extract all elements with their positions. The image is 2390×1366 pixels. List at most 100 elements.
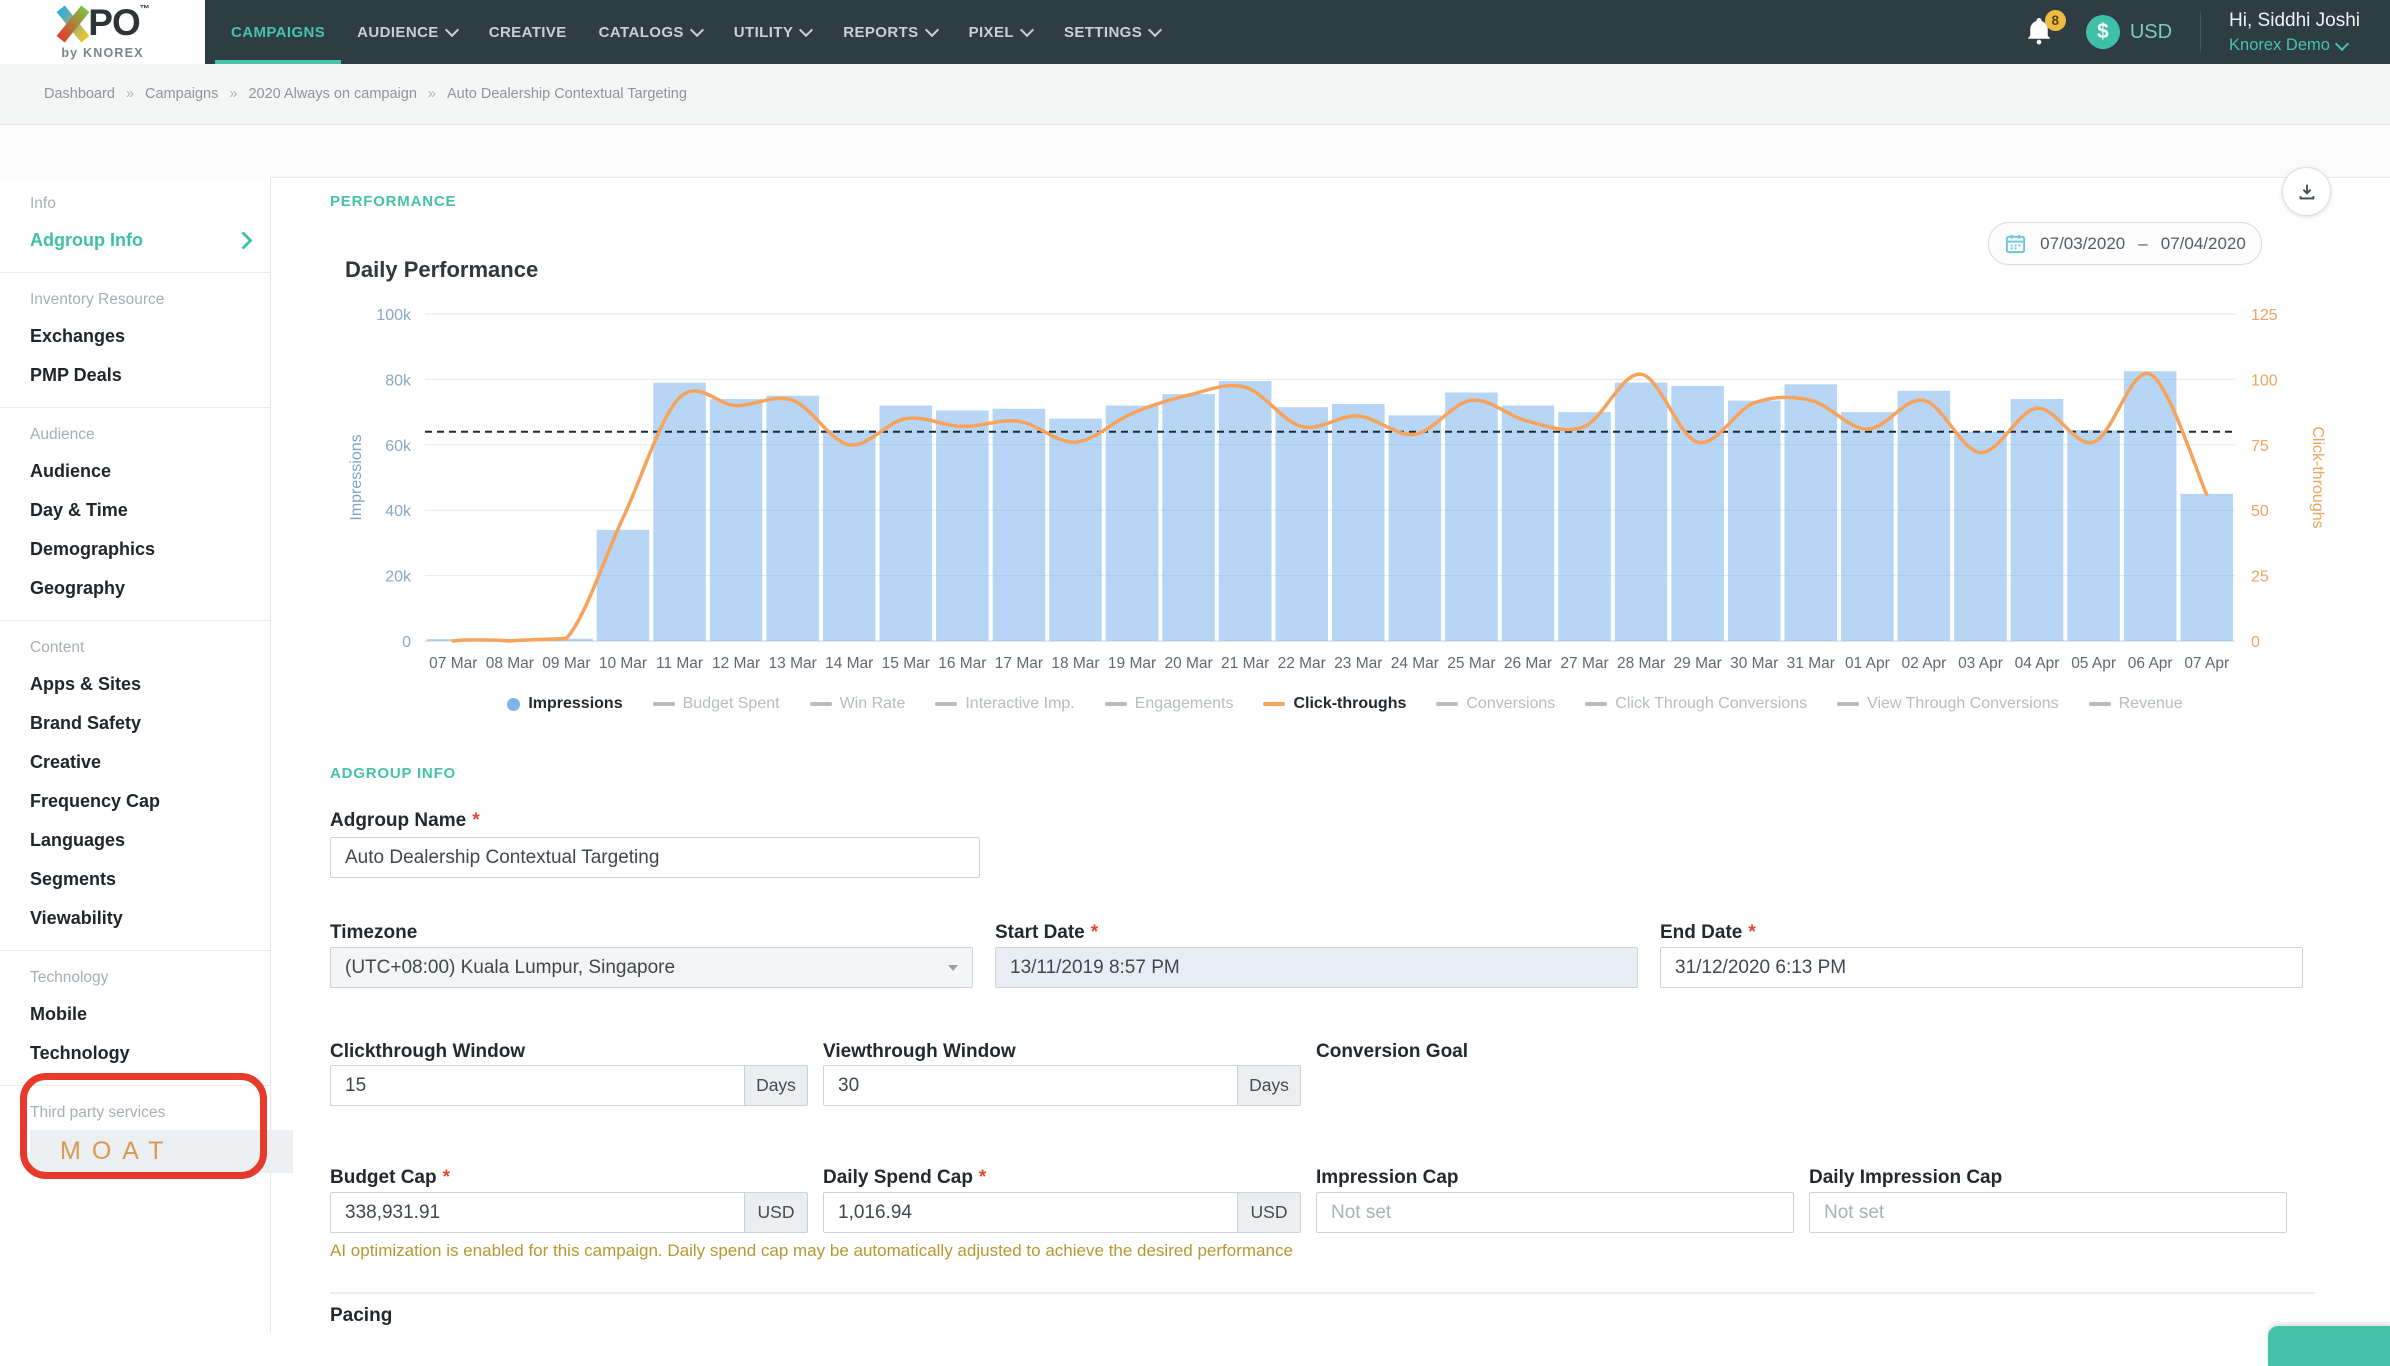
nav-item-label: UTILITY [734,24,793,41]
legend-item-click-throughs[interactable]: Click-throughs [1263,695,1406,713]
sidebar-item-pmp-deals[interactable]: PMP Deals [0,356,270,395]
svg-text:02 Apr: 02 Apr [1902,655,1947,672]
legend-item-budget-spent[interactable]: Budget Spent [653,695,780,713]
legend-marker-circle [507,698,520,711]
legend-item-view-through-conversions[interactable]: View Through Conversions [1837,695,2059,713]
nav-right-cluster: 8 $ USD Hi, Siddhi Joshi Knorex Demo [2024,0,2390,64]
breadcrumb-item-dashboard[interactable]: Dashboard [44,86,115,102]
svg-text:17 Mar: 17 Mar [995,655,1043,672]
svg-text:25 Mar: 25 Mar [1447,655,1495,672]
nav-item-utility[interactable]: UTILITY [718,0,827,64]
download-chart-button[interactable] [2282,167,2331,216]
sidebar-item-mobile[interactable]: Mobile [0,995,270,1034]
chart-canvas: 0020k2540k5060k7580k100100k12507 Mar08 M… [345,289,2345,679]
sidebar-item-segments[interactable]: Segments [0,860,270,899]
sidebar-section-technology: TechnologyMobileTechnology [0,951,270,1086]
sidebar-item-label: Exchanges [30,326,125,347]
clickthrough-window-input[interactable] [330,1065,744,1106]
nav-item-settings[interactable]: SETTINGS [1048,0,1176,64]
legend-label: View Through Conversions [1867,695,2059,713]
daily-spend-cap-input[interactable] [823,1192,1237,1233]
nav-item-audience[interactable]: AUDIENCE [341,0,473,64]
label-text: Daily Spend Cap [823,1167,973,1188]
legend-label: Click-throughs [1293,695,1406,713]
end-date-label: End Date* [1660,922,1756,944]
sidebar-item-viewability[interactable]: Viewability [0,899,270,938]
sidebar-section-info: InfoAdgroup Info [0,177,270,273]
viewthrough-window-input[interactable] [823,1065,1237,1106]
nav-item-creative[interactable]: CREATIVE [473,0,583,64]
breadcrumb-item-campaigns[interactable]: Campaigns [145,86,218,102]
logo-subtitle: by KNOREX [61,46,143,60]
legend-marker-dash [1837,702,1859,706]
legend-label: Interactive Imp. [965,695,1074,713]
nav-item-pixel[interactable]: PIXEL [953,0,1048,64]
nav-item-catalogs[interactable]: CATALOGS [583,0,718,64]
start-date-label: Start Date* [995,922,1098,944]
moat-service-item[interactable]: MOAT [30,1130,293,1173]
primary-nav-menu: CAMPAIGNS AUDIENCE CREATIVECATALOGS UTILITY… [215,0,1176,64]
adgroup-name-input[interactable] [330,837,980,878]
sidebar-item-label: Frequency Cap [30,791,160,812]
sidebar-item-label: Creative [30,752,101,773]
account-name: Knorex Demo [2229,36,2347,55]
legend-item-engagements[interactable]: Engagements [1105,695,1234,713]
required-asterisk: * [979,1167,986,1188]
daily-spend-cap-group: USD [823,1192,1301,1233]
sidebar-item-languages[interactable]: Languages [0,821,270,860]
sidebar-item-technology[interactable]: Technology [0,1034,270,1073]
sidebar-item-brand-safety[interactable]: Brand Safety [0,704,270,743]
user-menu[interactable]: Hi, Siddhi Joshi Knorex Demo [2229,10,2360,55]
svg-text:13 Mar: 13 Mar [769,655,817,672]
conversion-goal-label: Conversion Goal [1316,1041,1468,1063]
sidebar-section-label: Third party services [30,1104,270,1122]
legend-marker-dash [1436,702,1458,706]
legend-item-win-rate[interactable]: Win Rate [810,695,906,713]
budget-cap-input[interactable] [330,1192,744,1233]
date-range-picker[interactable]: 07/03/2020 – 07/04/2020 [1988,222,2262,265]
legend-item-interactive-imp[interactable]: Interactive Imp. [935,695,1074,713]
svg-text:Click-throughs: Click-throughs [2309,426,2326,528]
legend-item-impressions[interactable]: Impressions [507,695,622,713]
sidebar-item-apps-sites[interactable]: Apps & Sites [0,665,270,704]
sidebar-section-label: Inventory Resource [30,291,270,309]
legend-item-click-through-conversions[interactable]: Click Through Conversions [1585,695,1807,713]
sidebar-item-creative[interactable]: Creative [0,743,270,782]
breadcrumb: Dashboard»Campaigns»2020 Always on campa… [0,64,2390,125]
sidebar-item-frequency-cap[interactable]: Frequency Cap [0,782,270,821]
daily-impression-cap-input[interactable] [1809,1192,2287,1233]
impression-cap-input[interactable] [1316,1192,1794,1233]
sidebar-item-day-time[interactable]: Day & Time [0,491,270,530]
breadcrumb-item-2020-always-on-campaign[interactable]: 2020 Always on campaign [248,86,416,102]
date-range-start: 07/03/2020 [2040,234,2125,254]
viewthrough-window-group: Days [823,1065,1301,1106]
chevron-down-icon [1020,22,1034,36]
required-asterisk: * [443,1167,450,1188]
sidebar-item-audience[interactable]: Audience [0,452,270,491]
notifications-button[interactable]: 8 [2024,14,2058,50]
svg-text:60k: 60k [385,438,412,455]
sidebar-item-label: Brand Safety [30,713,141,734]
svg-text:50: 50 [2251,503,2269,520]
sidebar-item-exchanges[interactable]: Exchanges [0,317,270,356]
sidebar-item-geography[interactable]: Geography [0,569,270,608]
sidebar-section-inventory-resource: Inventory Resource Exchanges PMP Deals [0,273,270,408]
currency-selector[interactable]: $ USD [2086,15,2172,49]
end-date-input[interactable] [1660,947,2303,988]
svg-text:80k: 80k [385,372,412,389]
floating-action-button[interactable] [2268,1326,2390,1366]
nav-item-label: AUDIENCE [357,24,439,41]
timezone-select[interactable]: (UTC+08:00) Kuala Lumpur, Singapore [330,947,973,988]
chevron-down-icon [1148,22,1162,36]
sidebar-item-demographics[interactable]: Demographics [0,530,270,569]
budget-cap-group: USD [330,1192,808,1233]
legend-item-revenue[interactable]: Revenue [2089,695,2183,713]
sidebar-item-adgroup-info[interactable]: Adgroup Info [0,221,270,260]
nav-item-reports[interactable]: REPORTS [827,0,952,64]
nav-item-campaigns[interactable]: CAMPAIGNS [215,0,341,64]
legend-item-conversions[interactable]: Conversions [1436,695,1555,713]
sidebar-item-label: Adgroup Info [30,230,143,251]
xpo-logo[interactable]: PO ™ by KNOREX [0,0,205,64]
breadcrumb-item-auto-dealership-contextual-targeting[interactable]: Auto Dealership Contextual Targeting [447,86,687,102]
start-date-input[interactable] [995,947,1638,988]
